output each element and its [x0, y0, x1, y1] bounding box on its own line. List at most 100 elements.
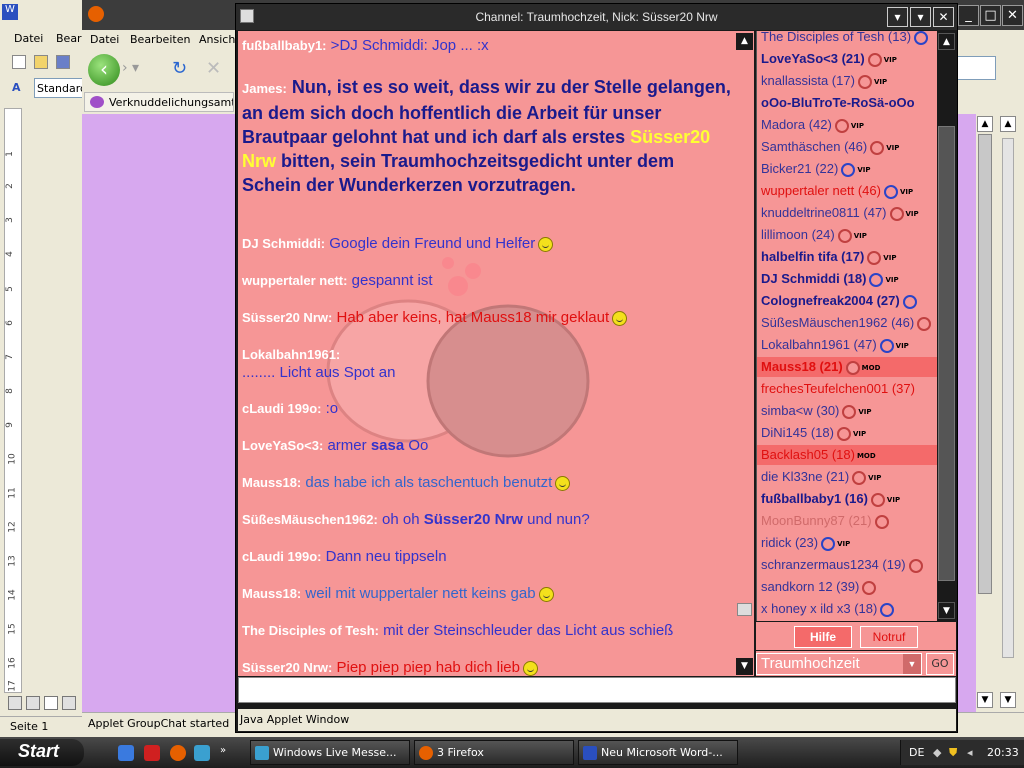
user-list-item[interactable]: die Kl33ne (21) VIP — [761, 467, 937, 487]
open-folder-icon[interactable] — [34, 55, 48, 69]
close-icon[interactable]: ✕ — [1002, 5, 1023, 26]
security-shield-icon[interactable]: ⛊ — [949, 746, 957, 760]
user-list-item[interactable]: Bicker21 (22) VIP — [761, 159, 937, 179]
user-list-item[interactable]: DiNi145 (18) VIP — [761, 423, 937, 443]
user-list-item[interactable]: fußballbaby1 (16) VIP — [761, 489, 937, 509]
scroll-down-icon[interactable]: ▼ — [736, 658, 753, 675]
message-nick[interactable]: Mauss18: — [242, 475, 301, 490]
user-list-item[interactable]: halbelfin tifa (17) VIP — [761, 247, 937, 267]
menu-file[interactable]: Datei — [90, 33, 119, 46]
scroll-down-icon[interactable]: ▼ — [1000, 692, 1016, 708]
message-nick[interactable]: LoveYaSo<3: — [242, 438, 323, 453]
scroll-thumb[interactable] — [978, 134, 992, 594]
menu-view[interactable]: Ansicht — [199, 33, 240, 46]
user-list-item[interactable]: MoonBunny87 (21) — [761, 511, 937, 531]
user-list-item[interactable]: simba<w (30) VIP — [761, 401, 937, 421]
message-nick[interactable]: Mauss18: — [242, 586, 301, 601]
scroll-thumb[interactable] — [938, 126, 955, 581]
user-list-item[interactable]: Madora (42) VIP — [761, 115, 937, 135]
messenger-icon[interactable] — [194, 745, 210, 761]
word-menu-edit[interactable]: Bear — [56, 32, 82, 45]
user-list-item[interactable]: DJ Schmiddi (18) VIP — [761, 269, 937, 289]
outline-view-icon[interactable] — [62, 696, 76, 710]
word-scrollbar[interactable]: ▲ ▼ — [994, 114, 1024, 712]
scroll-up-icon[interactable]: ▲ — [736, 33, 753, 50]
firefox-icon[interactable] — [170, 745, 186, 761]
user-list-item[interactable]: sandkorn 12 (39) — [761, 577, 937, 597]
style-select[interactable]: Standard — [34, 78, 87, 98]
message-nick[interactable]: SüßesMäuschen1962: — [242, 512, 378, 527]
scroll-up-icon[interactable]: ▲ — [977, 116, 993, 132]
search-input[interactable] — [952, 56, 996, 80]
user-list-item[interactable]: oOo-BluTroTe-RoSä-oOo — [761, 93, 937, 113]
user-list-item[interactable]: wuppertaler nett (46) VIP — [761, 181, 937, 201]
message-nick[interactable]: Süsser20 Nrw: — [242, 660, 332, 675]
user-list-item[interactable]: Mauss18 (21) MOD — [757, 357, 937, 377]
user-list-item[interactable]: Colognefreak2004 (27) — [761, 291, 937, 311]
user-list-item[interactable]: knallassista (17) VIP — [761, 71, 937, 91]
message-nick[interactable]: Süsser20 Nrw: — [242, 310, 332, 325]
tab-verknuddelichungsamt[interactable]: Verknuddelichungsamt... — [84, 92, 234, 112]
user-list-item[interactable]: SüßesMäuschen1962 (46) — [761, 313, 937, 333]
start-button[interactable]: Start — [0, 739, 84, 766]
normal-view-icon[interactable] — [8, 696, 22, 710]
user-list-item[interactable]: Backlash05 (18) MOD — [757, 445, 937, 465]
volume-icon[interactable]: ◂ — [967, 746, 973, 759]
new-doc-icon[interactable] — [12, 55, 26, 69]
message-nick[interactable]: fußballbaby1: — [242, 38, 327, 53]
reload-icon[interactable]: ↻ — [172, 58, 192, 79]
scroll-down-icon[interactable]: ▼ — [977, 692, 993, 708]
scroll-thumb[interactable] — [1002, 138, 1014, 658]
user-list-item[interactable]: lillimoon (24) VIP — [761, 225, 937, 245]
user-list-item[interactable]: schranzermaus1234 (19) — [761, 555, 937, 575]
scroll-thumb[interactable] — [737, 603, 752, 616]
back-button-icon[interactable]: ‹ — [88, 54, 120, 86]
task-firefox[interactable]: 3 Firefox — [414, 740, 574, 765]
tray-arrow-icon[interactable]: ◆ — [933, 746, 941, 759]
ie-icon[interactable] — [118, 745, 134, 761]
user-list-item[interactable]: LoveYaSo<3 (21) VIP — [761, 49, 937, 69]
menu-edit[interactable]: Bearbeiten — [130, 33, 190, 46]
close-icon[interactable]: ✕ — [933, 7, 954, 27]
app-icon[interactable] — [144, 745, 160, 761]
message-nick[interactable]: The Disciples of Tesh: — [242, 623, 379, 638]
message-nick[interactable]: James: — [242, 81, 287, 96]
message-scrollbar[interactable]: ▲ ▼ — [735, 31, 754, 676]
minimize-icon[interactable]: ▾ — [887, 7, 908, 27]
message-nick[interactable]: DJ Schmiddi: — [242, 236, 325, 251]
message-nick[interactable]: Lokalbahn1961: — [242, 347, 340, 362]
message-nick[interactable]: cLaudi 199o: — [242, 549, 321, 564]
user-list-item[interactable]: ridick (23) VIP — [761, 533, 937, 553]
user-list-item[interactable]: knuddeltrine0811 (47) VIP — [761, 203, 937, 223]
user-list-item[interactable]: Samthäschen (46) VIP — [761, 137, 937, 157]
language-indicator[interactable]: DE — [909, 746, 924, 759]
go-button[interactable]: GO — [926, 653, 954, 675]
user-list-item[interactable]: frechesTeufelchen001 (37) — [761, 379, 937, 399]
save-disk-icon[interactable] — [56, 55, 70, 69]
user-list-item[interactable]: x honey x ild x3 (18) — [761, 599, 937, 619]
forward-button-icon[interactable]: › ▾ — [122, 60, 156, 80]
emergency-button[interactable]: Notruf — [860, 626, 918, 648]
message-input[interactable] — [238, 677, 956, 703]
user-list-item[interactable]: The Disciples of Tesh (13) — [761, 31, 937, 47]
scroll-up-icon[interactable]: ▲ — [938, 33, 955, 50]
maximize-icon[interactable]: □ — [980, 5, 1001, 26]
restore-icon[interactable]: ▾ — [910, 7, 931, 27]
firefox-page-scrollbar[interactable]: ▲ ▼ — [976, 114, 994, 712]
message-nick[interactable]: wuppertaler nett: — [242, 273, 347, 288]
chevron-down-icon[interactable]: ▼ — [903, 654, 921, 674]
help-button[interactable]: Hilfe — [794, 626, 852, 648]
minimize-icon[interactable]: _ — [958, 5, 979, 26]
task-messenger[interactable]: Windows Live Messe... — [250, 740, 410, 765]
scroll-down-icon[interactable]: ▼ — [938, 602, 955, 619]
user-list-scrollbar[interactable]: ▲ ▼ — [937, 31, 956, 621]
scroll-up-icon[interactable]: ▲ — [1000, 116, 1016, 132]
web-view-icon[interactable] — [26, 696, 40, 710]
stop-icon[interactable]: ✕ — [206, 58, 226, 79]
print-view-icon[interactable] — [44, 696, 58, 710]
channel-select[interactable]: Traumhochzeit ▼ — [756, 653, 922, 675]
message-nick[interactable]: cLaudi 199o: — [242, 401, 321, 416]
chevron-right-icon[interactable]: » — [220, 745, 230, 761]
word-menu-file[interactable]: Datei — [14, 32, 43, 45]
task-word[interactable]: Neu Microsoft Word-... — [578, 740, 738, 765]
